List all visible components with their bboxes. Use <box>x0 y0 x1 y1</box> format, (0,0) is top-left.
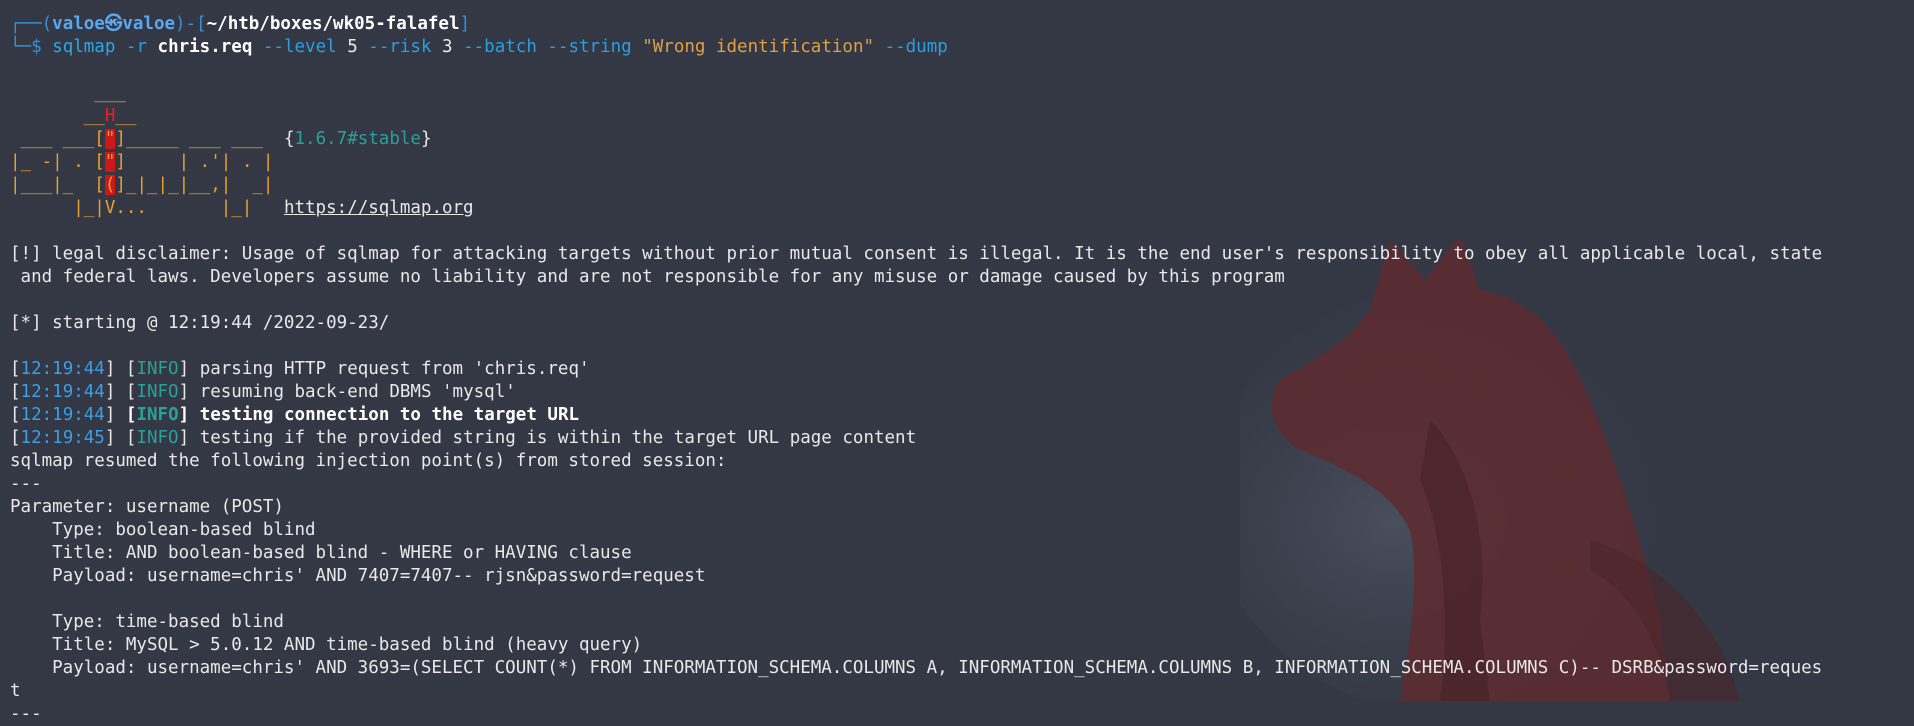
injection-payload: Payload: username=chris' AND 7407=7407--… <box>10 566 706 586</box>
injection-payload-wrap: t <box>10 681 21 701</box>
command-line[interactable]: └─$ sqlmap -r chris.req --level 5 --risk… <box>10 36 1914 59</box>
request-file: chris.req <box>157 37 253 57</box>
log-line: [12:19:44] [INFO] testing connection to … <box>10 405 580 425</box>
parameter-line: Parameter: username (POST) <box>10 497 284 517</box>
command-name: sqlmap <box>52 37 116 57</box>
log-line: [12:19:45] [INFO] testing if the provide… <box>10 428 917 448</box>
injection-title: Title: MySQL > 5.0.12 AND time-based bli… <box>10 635 643 655</box>
sqlmap-banner: ___ __H__ ___ ___["]_____ ___ ___ {1.6.7… <box>10 83 474 218</box>
disclaimer-line-2: and federal laws. Developers assume no l… <box>10 267 1285 287</box>
log-line: [12:19:44] [INFO] resuming back-end DBMS… <box>10 382 516 402</box>
separator-end: --- <box>10 704 42 724</box>
injection-payload: Payload: username=chris' AND 3693=(SELEC… <box>10 658 1823 678</box>
prompt-line: ┌──(valoe㉿valoe)-[~/htb/boxes/wk05-falaf… <box>10 14 471 34</box>
injection-type: Type: boolean-based blind <box>10 520 316 540</box>
string-arg: "Wrong identification" <box>642 37 875 57</box>
injection-title: Title: AND boolean-based blind - WHERE o… <box>10 543 632 563</box>
disclaimer-line-1: [!] legal disclaimer: Usage of sqlmap fo… <box>10 244 1823 264</box>
separator: --- <box>10 474 42 494</box>
prompt-user: valoe㉿valoe <box>52 14 176 34</box>
sqlmap-url-link[interactable]: https://sqlmap.org <box>284 198 474 218</box>
sqlmap-version: 1.6.7#stable <box>294 129 421 149</box>
starting-line: [*] starting @ 12:19:44 /2022-09-23/ <box>10 313 390 333</box>
prompt-path: ~/htb/boxes/wk05-falafel <box>206 14 460 34</box>
injection-type: Type: time-based blind <box>10 612 284 632</box>
log-line: [12:19:44] [INFO] parsing HTTP request f… <box>10 359 590 379</box>
resumed-line: sqlmap resumed the following injection p… <box>10 451 727 471</box>
terminal-output: ┌──(valoe㉿valoe)-[~/htb/boxes/wk05-falaf… <box>10 13 1914 726</box>
